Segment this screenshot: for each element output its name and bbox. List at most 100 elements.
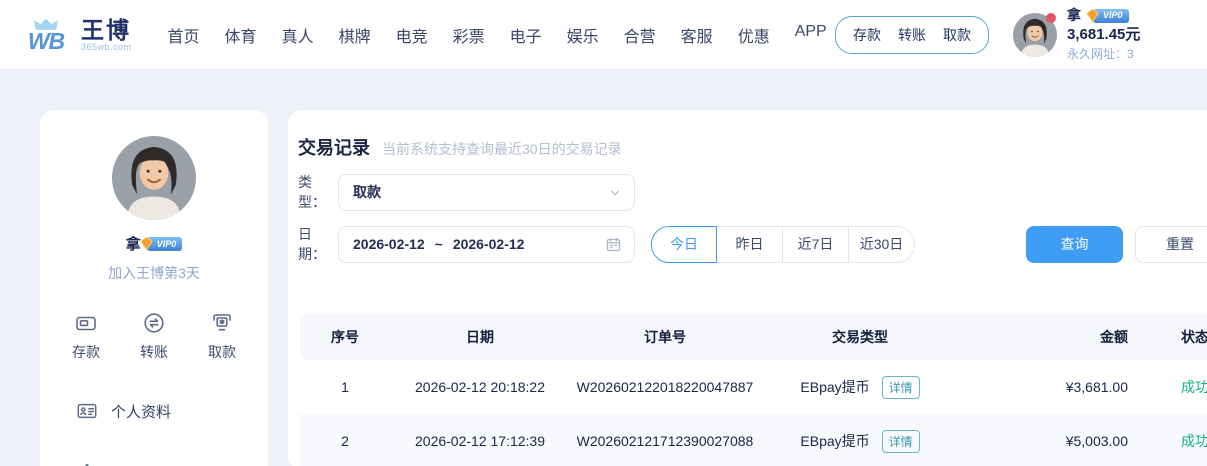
wallet-actions-pill: 存款 转账 取款	[835, 16, 989, 54]
sidebar-item-vip[interactable]: VIP特权	[76, 462, 268, 466]
col-header-status: 状态	[1130, 327, 1207, 347]
cell-index: 1	[300, 379, 390, 395]
logo-letters: WB	[28, 31, 64, 51]
notification-dot	[1046, 13, 1056, 23]
type-select-value: 取款	[353, 182, 381, 202]
logo-crown-mark: WB	[20, 18, 72, 51]
detail-button[interactable]: 详情	[882, 376, 920, 399]
sidebar-quick-actions: 存款 转账 取款	[40, 311, 268, 362]
crown-icon	[76, 462, 98, 466]
main-nav: 首页 体育 真人 棋牌 电竞 彩票 电子 娱乐 合营 客服 优惠 APP	[168, 23, 827, 47]
sidebar-item-vip-label: VIP特权	[111, 463, 165, 466]
date-end-value: 2026-02-12	[453, 236, 525, 252]
date-range-presets: 今日 昨日 近7日 近30日	[651, 226, 915, 263]
col-header-order-no: 订单号	[570, 327, 760, 347]
vip-level-label: VIP0	[1103, 10, 1123, 21]
nav-item-support[interactable]: 客服	[681, 23, 713, 47]
nav-item-promotions[interactable]: 优惠	[738, 23, 770, 47]
sidebar-transfer-label: 转账	[140, 342, 168, 362]
cell-status: 成功	[1130, 377, 1207, 397]
nav-item-sports[interactable]: 体育	[225, 23, 257, 47]
sidebar-deposit-button[interactable]: 存款	[72, 311, 100, 362]
profile-sidebar: 拿 VIP0 加入王博第3天 存款 转账 取	[40, 110, 268, 466]
type-filter-label: 类型：	[298, 172, 338, 212]
detail-button[interactable]: 详情	[882, 430, 920, 453]
sidebar-item-profile-label: 个人资料	[111, 401, 171, 422]
username: 拿	[1067, 7, 1081, 25]
sidebar-menu: 个人资料 VIP特权	[40, 400, 268, 466]
user-avatar[interactable]	[1013, 13, 1057, 57]
col-header-type: 交易类型	[760, 327, 960, 347]
table-row: 2 2026-02-12 17:12:39 W20260212171239002…	[300, 414, 1207, 466]
transaction-records-panel: 交易记录 当前系统支持查询最近30日的交易记录 类型： 取款 日期： 2026-…	[288, 110, 1207, 466]
date-filter-label: 日期：	[298, 224, 338, 264]
type-select[interactable]: 取款	[338, 174, 635, 211]
nav-item-chess[interactable]: 棋牌	[339, 23, 371, 47]
deposit-link[interactable]: 存款	[853, 25, 881, 45]
page-subtitle: 当前系统支持查询最近30日的交易记录	[382, 139, 622, 159]
withdraw-link[interactable]: 取款	[943, 25, 971, 45]
transaction-type: EBpay提币	[800, 379, 869, 395]
sidebar-withdraw-label: 取款	[208, 342, 236, 362]
search-button[interactable]: 查询	[1026, 226, 1123, 263]
date-filter-row: 日期： 2026-02-12 ~ 2026-02-12 今日 昨日 近7日 近3…	[298, 224, 1207, 264]
brand-domain: 365wb.com	[81, 42, 132, 52]
cell-date: 2026-02-12 20:18:22	[390, 379, 570, 395]
cell-index: 2	[300, 433, 390, 449]
date-separator: ~	[435, 236, 443, 252]
transaction-type: EBpay提币	[800, 433, 869, 449]
nav-item-partner[interactable]: 合营	[624, 23, 656, 47]
cell-type: EBpay提币 详情	[760, 430, 960, 453]
cell-date: 2026-02-12 17:12:39	[390, 433, 570, 449]
sidebar-withdraw-button[interactable]: 取款	[208, 311, 236, 362]
table-header-row: 序号 日期 订单号 交易类型 金额 状态	[300, 314, 1207, 360]
nav-item-home[interactable]: 首页	[168, 23, 200, 47]
withdraw-icon	[210, 311, 234, 335]
col-header-amount: 金额	[960, 327, 1130, 347]
date-start-value: 2026-02-12	[353, 236, 425, 252]
nav-item-live[interactable]: 真人	[282, 23, 314, 47]
sidebar-vip-level-label: VIP0	[157, 239, 177, 249]
date-range-input[interactable]: 2026-02-12 ~ 2026-02-12	[338, 226, 635, 263]
calendar-icon	[605, 236, 622, 253]
panel-header: 交易记录 当前系统支持查询最近30日的交易记录	[298, 134, 622, 160]
brand-logo[interactable]: WB 王博 365wb.com	[20, 18, 132, 52]
balance-amount: 3,681.45元	[1067, 26, 1207, 45]
col-header-date: 日期	[390, 327, 570, 347]
user-info-block[interactable]: 拿 VIP0 3,681.45元 永久网址：3	[1067, 7, 1207, 62]
top-navigation-bar: WB 王博 365wb.com 首页 体育 真人 棋牌 电竞 彩票 电子 娱乐 …	[0, 0, 1207, 70]
sidebar-item-profile[interactable]: 个人资料	[76, 400, 268, 422]
page-title: 交易记录	[298, 134, 370, 160]
col-header-index: 序号	[300, 327, 390, 347]
cell-type: EBpay提币 详情	[760, 376, 960, 399]
gem-icon	[139, 236, 154, 251]
sidebar-vip-badge: VIP0	[147, 237, 183, 251]
chevron-down-icon	[608, 186, 622, 200]
permanent-url: 永久网址：3	[1067, 47, 1207, 62]
id-card-icon	[76, 400, 98, 422]
sidebar-deposit-label: 存款	[72, 342, 100, 362]
transfer-link[interactable]: 转账	[898, 25, 926, 45]
cell-amount: ¥3,681.00	[960, 379, 1130, 395]
nav-item-esports[interactable]: 电竞	[396, 23, 428, 47]
transfer-icon	[142, 311, 166, 335]
nav-item-lottery[interactable]: 彩票	[453, 23, 485, 47]
join-days-text: 加入王博第3天	[40, 263, 268, 283]
reset-button[interactable]: 重置	[1135, 226, 1207, 263]
cell-status: 成功	[1130, 431, 1207, 451]
cell-amount: ¥5,003.00	[960, 433, 1130, 449]
cell-order-no: W202602121712390027088	[570, 433, 760, 449]
preset-yesterday-button[interactable]: 昨日	[717, 226, 783, 263]
nav-item-app[interactable]: APP	[795, 23, 827, 47]
gem-icon	[1085, 8, 1100, 23]
preset-last30days-button[interactable]: 近30日	[849, 226, 915, 263]
preset-last7days-button[interactable]: 近7日	[783, 226, 849, 263]
cell-order-no: W202602122018220047887	[570, 379, 760, 395]
nav-item-slots[interactable]: 电子	[510, 23, 542, 47]
transactions-table: 序号 日期 订单号 交易类型 金额 状态 1 2026-02-12 20:18:…	[300, 314, 1207, 466]
preset-today-button[interactable]: 今日	[651, 226, 717, 263]
vip-badge: VIP0	[1093, 9, 1129, 23]
sidebar-avatar[interactable]	[112, 136, 196, 220]
sidebar-transfer-button[interactable]: 转账	[140, 311, 168, 362]
nav-item-entertainment[interactable]: 娱乐	[567, 23, 599, 47]
